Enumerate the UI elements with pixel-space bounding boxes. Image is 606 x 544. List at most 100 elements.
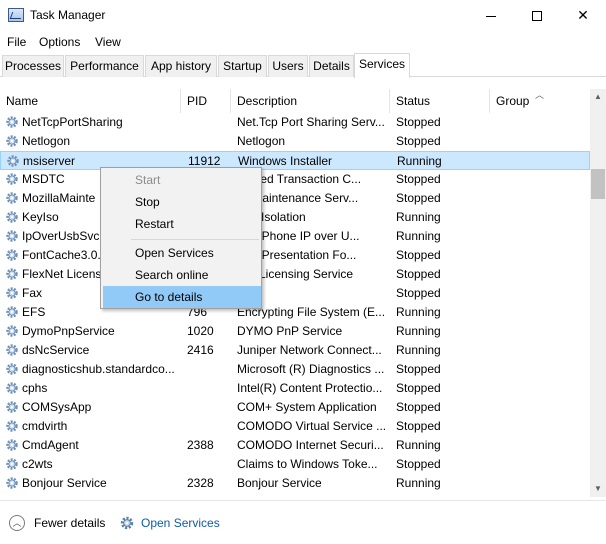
open-services-link[interactable]: Open Services <box>141 516 220 530</box>
column-pid[interactable]: PID <box>181 89 231 113</box>
service-pid: 1020 <box>187 324 214 338</box>
service-status: Stopped <box>396 191 441 205</box>
chevron-up-icon[interactable]: ︿ <box>9 515 25 531</box>
table-row[interactable]: Netlogon Netlogon Stopped <box>0 132 590 151</box>
table-row[interactable]: KeyIso Key Isolation Running <box>0 208 590 227</box>
title-bar: Task Manager ✕ <box>0 0 606 31</box>
table-row[interactable]: Fax Stopped <box>0 284 590 303</box>
gear-icon <box>6 192 18 204</box>
table-row[interactable]: cmdvirth COMODO Virtual Service ... Stoppe… <box>0 417 590 436</box>
gear-icon <box>6 287 18 299</box>
table-row[interactable]: DymoPnpService 1020 DYMO PnP Service Runnin… <box>0 322 590 341</box>
gear-icon <box>6 211 18 223</box>
service-name: cmdvirth <box>22 419 68 433</box>
service-status: Stopped <box>396 457 441 471</box>
service-description: Claims to Windows Toke... <box>237 457 378 471</box>
ctx-stop[interactable]: Stop <box>103 191 261 213</box>
service-status: Running <box>396 229 441 243</box>
context-menu: Start Stop Restart Open Services Search … <box>100 167 262 309</box>
service-pid: 11912 <box>188 154 221 168</box>
ctx-restart[interactable]: Restart <box>103 213 261 235</box>
gear-icon <box>6 458 18 470</box>
column-description[interactable]: Description <box>231 89 390 113</box>
ctx-start[interactable]: Start <box>103 169 261 191</box>
gear-icon <box>6 173 18 185</box>
gear-icon <box>6 249 18 261</box>
maximize-icon <box>532 11 542 22</box>
table-row[interactable]: cphs Intel(R) Content Protectio... Stopped <box>0 379 590 398</box>
service-name: COMSysApp <box>22 400 92 414</box>
table-row[interactable]: Bonjour Service 2328 Bonjour Service Runnin… <box>0 474 590 493</box>
tab-app-history[interactable]: App history <box>145 55 217 77</box>
tab-services[interactable]: Services <box>354 53 410 78</box>
gear-icon <box>6 477 18 489</box>
table-row[interactable]: IpOverUsbSvc ows Phone IP over U... Runnin… <box>0 227 590 246</box>
close-button[interactable]: ✕ <box>560 0 606 31</box>
minimize-button[interactable] <box>468 0 514 31</box>
tab-performance[interactable]: Performance <box>65 55 144 77</box>
scroll-up-icon[interactable]: ▲ <box>590 89 606 105</box>
services-list: NetTcpPortSharing Net.Tcp Port Sharing Se… <box>0 113 590 497</box>
gear-icon <box>6 344 18 356</box>
column-header: Name PID Description Status Group <box>0 89 590 113</box>
table-row[interactable]: MSDTC ributed Transaction C... Stopped <box>0 170 590 189</box>
table-row[interactable]: dsNcService 2416 Juniper Network Connect..… <box>0 341 590 360</box>
ctx-open-services[interactable]: Open Services <box>103 242 261 264</box>
ctx-search-online[interactable]: Search online <box>103 264 261 286</box>
maximize-button[interactable] <box>514 0 560 31</box>
gear-icon <box>6 306 18 318</box>
ctx-separator <box>131 239 259 240</box>
table-row[interactable]: MozillaMainte lla Maintenance Serv... Stop… <box>0 189 590 208</box>
table-row[interactable]: FontCache3.0. ows Presentation Fo... Stopp… <box>0 246 590 265</box>
menu-file[interactable]: File <box>7 35 26 49</box>
tab-strip: Processes Performance App history Startu… <box>0 53 606 78</box>
fewer-details-link[interactable]: Fewer details <box>34 516 105 530</box>
table-row[interactable]: c2wts Claims to Windows Toke... Stopped <box>0 455 590 474</box>
service-name: Netlogon <box>22 134 71 148</box>
service-status: Stopped <box>396 115 441 129</box>
table-row[interactable]: FlexNet Licens Net Licensing Service Stopp… <box>0 265 590 284</box>
table-row[interactable]: CmdAgent 2388 COMODO Internet Securi... Run… <box>0 436 590 455</box>
column-name[interactable]: Name <box>0 89 181 113</box>
column-status[interactable]: Status <box>390 89 490 113</box>
vertical-scrollbar[interactable]: ▲ ▼ <box>590 89 606 497</box>
table-row[interactable]: NetTcpPortSharing Net.Tcp Port Sharing Se… <box>0 113 590 132</box>
gear-icon <box>6 268 18 280</box>
service-status: Stopped <box>396 362 441 376</box>
tab-details[interactable]: Details <box>309 55 354 77</box>
gear-icon <box>6 230 18 242</box>
service-status: Running <box>397 154 442 168</box>
service-description: Intel(R) Content Protectio... <box>237 381 383 395</box>
menu-view[interactable]: View <box>95 35 121 49</box>
close-icon: ✕ <box>577 7 589 23</box>
tab-startup[interactable]: Startup <box>218 55 267 77</box>
service-status: Stopped <box>396 381 441 395</box>
gear-icon <box>7 155 19 167</box>
gear-icon <box>6 439 18 451</box>
tab-users[interactable]: Users <box>268 55 308 77</box>
service-name: dsNcService <box>22 343 90 357</box>
service-name: Bonjour Service <box>22 476 107 490</box>
table-row[interactable]: COMSysApp COM+ System Application Stopped <box>0 398 590 417</box>
table-row[interactable]: diagnosticshub.standardco... Microsoft (R… <box>0 360 590 379</box>
service-status: Stopped <box>396 400 441 414</box>
service-status: Stopped <box>396 419 441 433</box>
table-row[interactable]: msiserver 11912 Windows Installer Running <box>0 151 590 170</box>
service-description: COMODO Virtual Service ... <box>237 419 385 433</box>
table-row[interactable]: EFS 796 Encrypting File System (E... Runnin… <box>0 303 590 322</box>
service-description: Juniper Network Connect... <box>237 343 382 357</box>
menu-options[interactable]: Options <box>39 35 80 49</box>
tab-processes[interactable]: Processes <box>2 55 64 77</box>
menu-bar: File Options View <box>0 31 606 53</box>
service-pid: 2388 <box>187 438 214 452</box>
gear-icon <box>6 363 18 375</box>
scroll-down-icon[interactable]: ▼ <box>590 481 606 497</box>
service-status: Stopped <box>396 134 441 148</box>
sort-up-icon: ︿ <box>535 90 545 100</box>
ctx-go-to-details[interactable]: Go to details <box>103 286 261 308</box>
service-status: Stopped <box>396 172 441 186</box>
service-status: Running <box>396 324 441 338</box>
service-status: Running <box>396 476 441 490</box>
service-description: Bonjour Service <box>237 476 322 490</box>
scroll-thumb[interactable] <box>591 169 605 199</box>
